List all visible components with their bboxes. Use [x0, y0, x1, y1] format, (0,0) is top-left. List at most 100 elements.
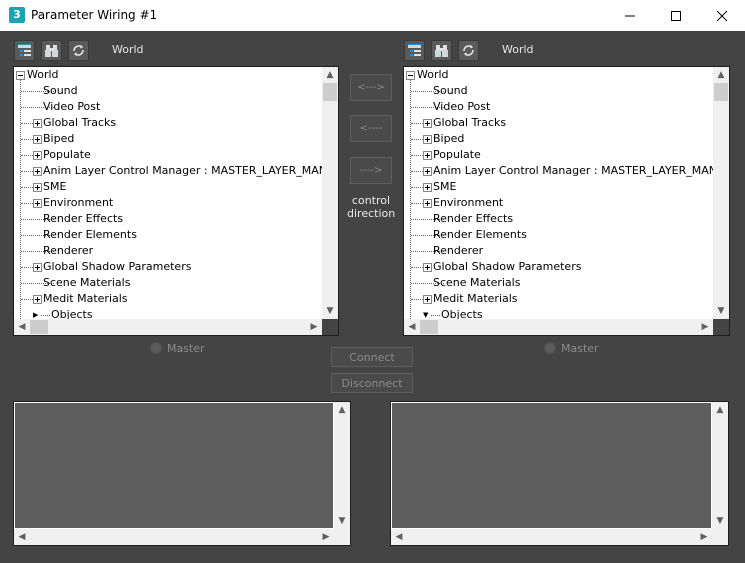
- tree-item[interactable]: Global Tracks: [14, 115, 322, 131]
- scroll-left-icon[interactable]: ◀: [14, 529, 30, 545]
- left-direction-button[interactable]: <----: [350, 115, 392, 142]
- left-expression-text-area[interactable]: [15, 403, 333, 528]
- tree-item[interactable]: Renderer: [14, 243, 322, 259]
- expand-icon[interactable]: [423, 295, 432, 304]
- title-bar[interactable]: 3 Parameter Wiring #1: [0, 0, 745, 31]
- right-expression-text-area[interactable]: [392, 403, 711, 528]
- tree-root-world[interactable]: World: [16, 67, 59, 83]
- expand-icon[interactable]: [33, 151, 42, 160]
- scroll-left-icon[interactable]: ◀: [404, 319, 420, 335]
- tree-item[interactable]: Environment: [14, 195, 322, 211]
- tree-item[interactable]: Anim Layer Control Manager : MASTER_LAYE…: [404, 163, 713, 179]
- expand-icon[interactable]: [33, 295, 42, 304]
- left-tree-hscrollbar[interactable]: ◀ ▶: [14, 319, 322, 335]
- minimize-button[interactable]: [607, 0, 653, 31]
- tree-item[interactable]: Sound: [14, 83, 322, 99]
- scroll-right-icon[interactable]: ▶: [696, 529, 712, 545]
- tree-item[interactable]: ▼ Objects: [404, 307, 713, 319]
- right-pane-hscrollbar[interactable]: ◀ ▶: [391, 529, 712, 545]
- tree-item[interactable]: Populate: [14, 147, 322, 163]
- tree-item[interactable]: Biped: [14, 131, 322, 147]
- expand-icon[interactable]: [33, 183, 42, 192]
- left-master-radio[interactable]: [150, 342, 162, 354]
- disconnect-button[interactable]: Disconnect: [331, 373, 413, 393]
- tree-item[interactable]: Biped: [404, 131, 713, 147]
- right-direction-button[interactable]: ---->: [350, 157, 392, 184]
- expand-icon[interactable]: [423, 263, 432, 272]
- tree-item[interactable]: Render Effects: [14, 211, 322, 227]
- scroll-left-icon[interactable]: ◀: [14, 319, 30, 335]
- expand-icon[interactable]: [423, 167, 432, 176]
- left-find-button[interactable]: [41, 40, 62, 61]
- tree-item[interactable]: Renderer: [404, 243, 713, 259]
- right-filter-button[interactable]: [404, 40, 425, 61]
- right-pane-vscrollbar[interactable]: ▲ ▼: [712, 402, 728, 529]
- tree-item[interactable]: Global Shadow Parameters: [404, 259, 713, 275]
- scroll-right-icon[interactable]: ▶: [697, 319, 713, 335]
- scroll-up-icon[interactable]: ▲: [334, 402, 350, 418]
- expand-icon[interactable]: [33, 135, 42, 144]
- tree-item[interactable]: Environment: [404, 195, 713, 211]
- right-tree-view[interactable]: World Sound Video Post Global Tracks Biped Po…: [403, 66, 730, 336]
- right-refresh-button[interactable]: [458, 40, 479, 61]
- scroll-up-icon[interactable]: ▲: [322, 67, 338, 83]
- left-tree-view[interactable]: World Sound Video Post Global Tracks Biped Po…: [13, 66, 339, 336]
- tree-item[interactable]: SME: [14, 179, 322, 195]
- right-expression-pane[interactable]: ▲ ▼ ◀ ▶: [390, 401, 729, 546]
- expand-icon[interactable]: [33, 263, 42, 272]
- tree-item[interactable]: Video Post: [404, 99, 713, 115]
- expanded-arrow-icon[interactable]: ▼: [423, 307, 428, 319]
- expand-icon[interactable]: [423, 183, 432, 192]
- expand-icon[interactable]: [423, 151, 432, 160]
- maximize-button[interactable]: [653, 0, 699, 31]
- bidirectional-button[interactable]: <--->: [350, 74, 392, 101]
- tree-item[interactable]: Render Elements: [14, 227, 322, 243]
- expand-icon[interactable]: [33, 199, 42, 208]
- close-button[interactable]: [699, 0, 745, 31]
- tree-item[interactable]: Medit Materials: [404, 291, 713, 307]
- tree-item[interactable]: Render Elements: [404, 227, 713, 243]
- left-pane-hscrollbar[interactable]: ◀ ▶: [14, 529, 334, 545]
- tree-item[interactable]: Global Tracks: [404, 115, 713, 131]
- tree-item[interactable]: Scene Materials: [404, 275, 713, 291]
- expand-icon[interactable]: [423, 135, 432, 144]
- left-tree-vscrollbar[interactable]: ▲ ▼: [322, 67, 338, 319]
- left-pane-vscrollbar[interactable]: ▲ ▼: [334, 402, 350, 529]
- scroll-right-icon[interactable]: ▶: [318, 529, 334, 545]
- tree-item[interactable]: Scene Materials: [14, 275, 322, 291]
- tree-item[interactable]: Video Post: [14, 99, 322, 115]
- left-tree-vscroll-thumb[interactable]: [323, 83, 337, 101]
- right-tree-vscroll-thumb[interactable]: [714, 83, 728, 101]
- tree-item[interactable]: SME: [404, 179, 713, 195]
- tree-item[interactable]: Render Effects: [404, 211, 713, 227]
- tree-item[interactable]: ▶ Objects: [14, 307, 322, 319]
- right-tree-vscrollbar[interactable]: ▲ ▼: [713, 67, 729, 319]
- expand-icon[interactable]: [423, 119, 432, 128]
- scroll-down-icon[interactable]: ▼: [713, 303, 729, 319]
- collapsed-arrow-icon[interactable]: ▶: [33, 307, 38, 319]
- tree-item[interactable]: Populate: [404, 147, 713, 163]
- right-tree-hscroll-thumb[interactable]: [420, 320, 438, 334]
- expand-icon[interactable]: [33, 167, 42, 176]
- tree-item[interactable]: Anim Layer Control Manager : MASTER_LAYE…: [14, 163, 322, 179]
- expand-icon[interactable]: [423, 199, 432, 208]
- scroll-left-icon[interactable]: ◀: [391, 529, 407, 545]
- tree-item[interactable]: Global Shadow Parameters: [14, 259, 322, 275]
- tree-item[interactable]: Medit Materials: [14, 291, 322, 307]
- tree-item[interactable]: Sound: [404, 83, 713, 99]
- right-master-radio[interactable]: [544, 342, 556, 354]
- scroll-up-icon[interactable]: ▲: [712, 402, 728, 418]
- connect-button[interactable]: Connect: [331, 347, 413, 367]
- left-filter-button[interactable]: [14, 40, 35, 61]
- scroll-down-icon[interactable]: ▼: [322, 303, 338, 319]
- scroll-down-icon[interactable]: ▼: [712, 513, 728, 529]
- scroll-right-icon[interactable]: ▶: [306, 319, 322, 335]
- left-expression-pane[interactable]: ▲ ▼ ◀ ▶: [13, 401, 351, 546]
- left-refresh-button[interactable]: [68, 40, 89, 61]
- right-tree-hscrollbar[interactable]: ◀ ▶: [404, 319, 713, 335]
- scroll-down-icon[interactable]: ▼: [334, 513, 350, 529]
- tree-root-world[interactable]: World: [406, 67, 449, 83]
- scroll-up-icon[interactable]: ▲: [713, 67, 729, 83]
- right-find-button[interactable]: [431, 40, 452, 61]
- expand-icon[interactable]: [33, 119, 42, 128]
